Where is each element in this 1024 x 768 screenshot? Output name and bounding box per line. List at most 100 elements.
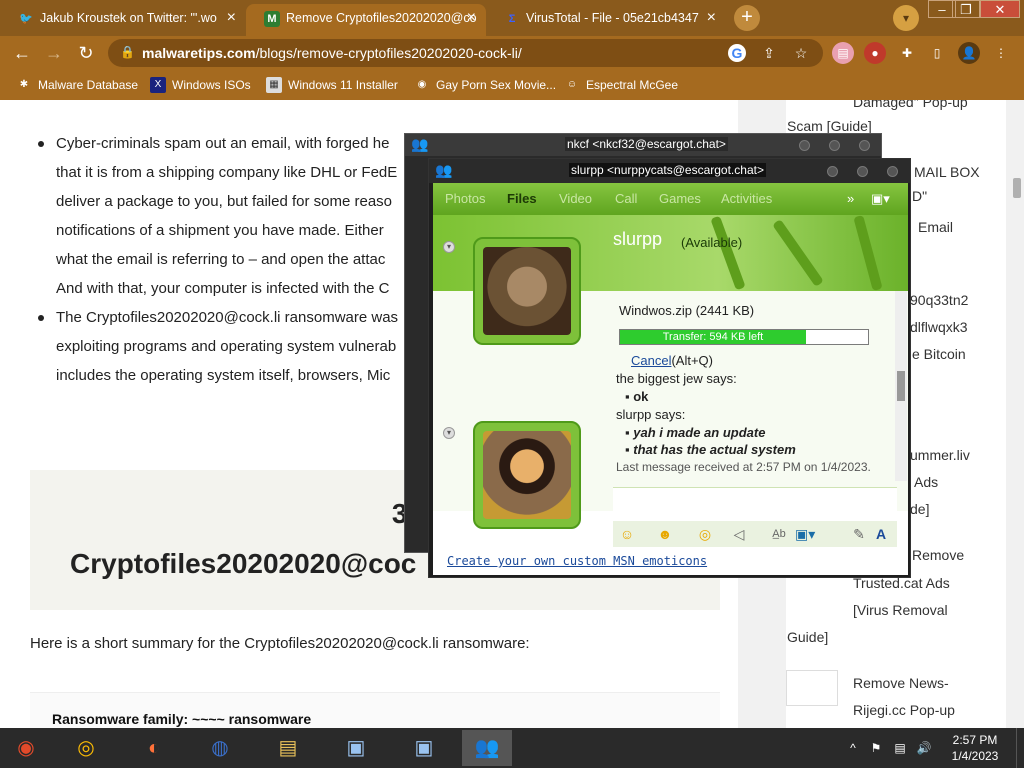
nav-video[interactable]: Video bbox=[559, 191, 592, 206]
nav-activities[interactable]: Activities bbox=[721, 191, 772, 206]
voice-clip-icon[interactable]: ◁ bbox=[729, 525, 749, 543]
tab-malwaretips[interactable]: M Remove Cryptofiles20202020@co × bbox=[246, 4, 486, 36]
toolbar: ← → ↻ 🔒 malwaretips.com/blogs/remove-cry… bbox=[0, 36, 1024, 70]
bookmark-star-icon[interactable]: ☆ bbox=[792, 44, 810, 62]
network-icon[interactable]: ▤ bbox=[892, 728, 908, 768]
contact-avatar[interactable] bbox=[473, 237, 581, 345]
extension-flag-icon[interactable]: ▤ bbox=[832, 42, 854, 64]
chat-scrollbar[interactable] bbox=[895, 291, 907, 481]
own-avatar[interactable] bbox=[473, 421, 581, 529]
profile-icon[interactable]: 👤 bbox=[958, 42, 980, 64]
handwriting-icon[interactable]: ✎ bbox=[849, 525, 869, 543]
msn-messenger-icon[interactable]: 👥 bbox=[462, 730, 512, 766]
forward-button[interactable]: → bbox=[42, 41, 66, 65]
google-icon[interactable]: G bbox=[728, 44, 746, 62]
title-bar[interactable]: 👥 nkcf <nkcf32@escargot.chat> bbox=[405, 134, 881, 156]
obama-logo-icon[interactable]: ◍ bbox=[198, 730, 242, 766]
collapse-icon[interactable]: ▾ bbox=[443, 427, 455, 439]
summary-text: Here is a short summary for the Cryptofi… bbox=[30, 635, 530, 652]
volume-icon[interactable]: 🔊 bbox=[916, 728, 932, 768]
sidebar-link[interactable]: Remove bbox=[912, 547, 964, 563]
collapse-icon[interactable]: ▾ bbox=[443, 241, 455, 253]
sidebar-link[interactable]: [Virus Removal bbox=[853, 602, 948, 618]
scrollbar-thumb[interactable] bbox=[1013, 178, 1021, 198]
tab-search-button[interactable]: ▾ bbox=[893, 5, 919, 31]
back-button[interactable]: ← bbox=[10, 41, 34, 65]
new-tab-button[interactable]: + bbox=[734, 5, 760, 31]
minimize-dot[interactable] bbox=[799, 140, 810, 151]
close-dot[interactable] bbox=[859, 140, 870, 151]
close-icon[interactable]: × bbox=[227, 4, 236, 32]
sidepanel-icon[interactable]: ▯ bbox=[926, 42, 948, 64]
sidebar-link[interactable]: e Bitcoin bbox=[912, 346, 966, 362]
clock[interactable]: 2:57 PM 1/4/2023 bbox=[940, 732, 1010, 764]
flag-icon[interactable]: ⚑ bbox=[868, 728, 884, 768]
background-icon[interactable]: ▣▾ bbox=[795, 525, 815, 543]
nav-call[interactable]: Call bbox=[615, 191, 637, 206]
maximize-dot[interactable] bbox=[857, 166, 868, 177]
contact-name: slurpp bbox=[613, 229, 663, 249]
emoticon-icon[interactable]: ☺ bbox=[617, 525, 637, 543]
nav-games[interactable]: Games bbox=[659, 191, 701, 206]
font-icon[interactable]: A̲b bbox=[769, 525, 789, 543]
sidebar-link[interactable]: MAIL BOX bbox=[914, 164, 980, 180]
sidebar-link[interactable]: 90q33tn2 bbox=[910, 292, 968, 308]
sidebar-link[interactable]: Ads bbox=[914, 474, 938, 490]
start-button-icon[interactable]: ◉ bbox=[4, 730, 48, 766]
sidebar-link[interactable]: Damaged" Pop-up bbox=[853, 100, 968, 110]
menu-kebab-icon[interactable]: ⋮ bbox=[990, 42, 1012, 64]
chat-scrollbar-thumb[interactable] bbox=[897, 371, 905, 401]
share-icon[interactable]: ⇪ bbox=[760, 44, 778, 62]
custom-emoticons-link[interactable]: Create your own custom MSN emoticons bbox=[447, 554, 707, 568]
text-format-icon[interactable]: A bbox=[871, 525, 891, 543]
window-menu-icon[interactable]: ▣▾ bbox=[871, 191, 890, 207]
file-explorer-icon[interactable]: ▤ bbox=[266, 730, 310, 766]
page-scrollbar[interactable] bbox=[1010, 100, 1024, 728]
tab-virustotal[interactable]: Σ VirusTotal - File - 05e21cb4347 × bbox=[486, 4, 726, 36]
bookmark-malware-database[interactable]: ✱ Malware Database bbox=[16, 76, 138, 94]
firefox-icon[interactable]: ◐ bbox=[132, 730, 176, 766]
tray-chevron-icon[interactable]: ^ bbox=[845, 728, 861, 768]
bookmark-windows-11-installer[interactable]: ▦ Windows 11 Installer bbox=[266, 76, 398, 94]
address-bar[interactable]: 🔒 malwaretips.com/blogs/remove-cryptofil… bbox=[108, 39, 823, 67]
bookmark-movie[interactable]: ◉ Gay Porn Sex Movie... bbox=[414, 76, 556, 94]
sidebar-link[interactable]: Guide] bbox=[787, 629, 828, 645]
sidebar-link[interactable]: D" bbox=[912, 188, 927, 204]
nudge-icon[interactable]: ◎ bbox=[695, 525, 715, 543]
msn-conversation-window[interactable]: 👥 slurpp <nurppycats@escargot.chat> Phot… bbox=[428, 158, 911, 578]
sidebar-link[interactable]: ummer.liv bbox=[910, 447, 970, 463]
extensions-puzzle-icon[interactable]: ✚ bbox=[896, 42, 918, 64]
tab-twitter[interactable]: 🐦 Jakub Kroustek on Twitter: "'.wo × bbox=[0, 4, 246, 36]
extension-avatar-icon[interactable]: ● bbox=[864, 42, 886, 64]
more-chevron-icon[interactable]: » bbox=[847, 191, 854, 206]
sidebar-link[interactable]: Remove News- bbox=[853, 675, 949, 691]
reload-button[interactable]: ↻ bbox=[74, 41, 98, 65]
network-computer-icon[interactable]: ▣ bbox=[334, 730, 378, 766]
bookmark-windows-isos[interactable]: X Windows ISOs bbox=[150, 76, 251, 94]
article-thumbnail[interactable] bbox=[786, 670, 838, 706]
conversation-body: Photos Files Video Call Games Activities… bbox=[433, 183, 908, 575]
message-input[interactable] bbox=[613, 487, 897, 517]
show-desktop-button[interactable] bbox=[1016, 728, 1024, 768]
nav-files[interactable]: Files bbox=[507, 191, 537, 206]
bookmark-espectral-mcgee[interactable]: ☺ Espectral McGee bbox=[564, 76, 678, 94]
network-computer-icon[interactable]: ▣ bbox=[402, 730, 446, 766]
sidebar-link[interactable]: Rijegi.cc Pop-up bbox=[853, 702, 955, 718]
nav-photos[interactable]: Photos bbox=[445, 191, 485, 206]
chrome-icon[interactable]: ◎ bbox=[64, 730, 108, 766]
sidebar-link[interactable]: de] bbox=[910, 501, 929, 517]
close-icon[interactable]: × bbox=[707, 4, 716, 32]
message-line: ▪ that has the actual system bbox=[625, 442, 796, 457]
close-icon[interactable]: × bbox=[467, 4, 476, 32]
close-dot[interactable] bbox=[887, 166, 898, 177]
cancel-transfer[interactable]: Cancel(Alt+Q) bbox=[631, 353, 713, 368]
minimize-dot[interactable] bbox=[827, 166, 838, 177]
restore-button[interactable]: ❐ bbox=[952, 0, 980, 18]
sidebar-link[interactable]: Scam [Guide] bbox=[787, 118, 872, 134]
sidebar-link[interactable]: Email bbox=[918, 219, 953, 235]
sidebar-link[interactable]: dlflwqxk3 bbox=[910, 319, 968, 335]
close-window-button[interactable]: ✕ bbox=[980, 0, 1020, 18]
maximize-dot[interactable] bbox=[829, 140, 840, 151]
title-bar[interactable]: 👥 slurpp <nurppycats@escargot.chat> bbox=[429, 159, 910, 183]
wink-icon[interactable]: ☻ bbox=[655, 525, 675, 543]
